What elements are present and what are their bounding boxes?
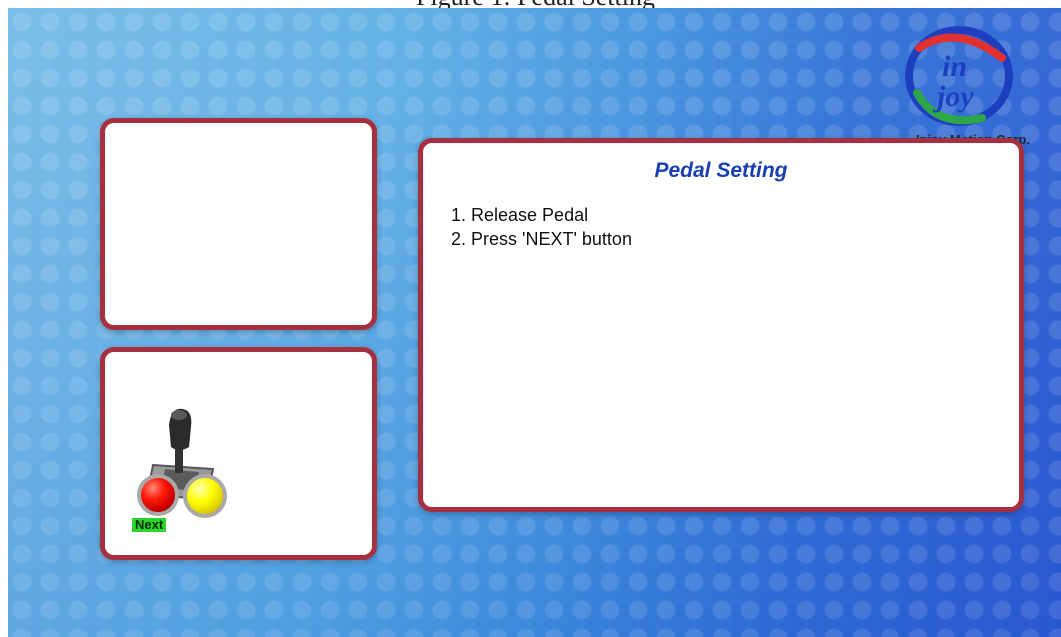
instruction-step: 2. Press 'NEXT' button	[451, 229, 632, 249]
yellow-button[interactable]	[183, 474, 227, 518]
instruction-step: 1. Release Pedal	[451, 205, 589, 225]
instructions-title: Pedal Setting	[654, 159, 788, 182]
figure-caption: Figure 1: Pedal Setting	[0, 0, 1061, 8]
logo-icon: in joy	[905, 26, 1013, 126]
instructions-list: 1. Release Pedal 2. Press 'NEXT' button	[451, 203, 632, 251]
next-button-label: Next	[132, 518, 167, 532]
logo-text-top: in	[942, 50, 967, 83]
next-button[interactable]	[137, 474, 179, 516]
instructions-panel: Pedal Setting 1. Release Pedal 2. Press …	[418, 138, 1024, 512]
joystick-icon	[145, 408, 215, 501]
preview-panel	[100, 118, 377, 330]
controls-panel: Next	[100, 347, 377, 560]
logo-text-bottom: joy	[933, 80, 974, 113]
app-screen: in joy Injoy Motion Corp. Next Pedal Set…	[8, 8, 1061, 637]
